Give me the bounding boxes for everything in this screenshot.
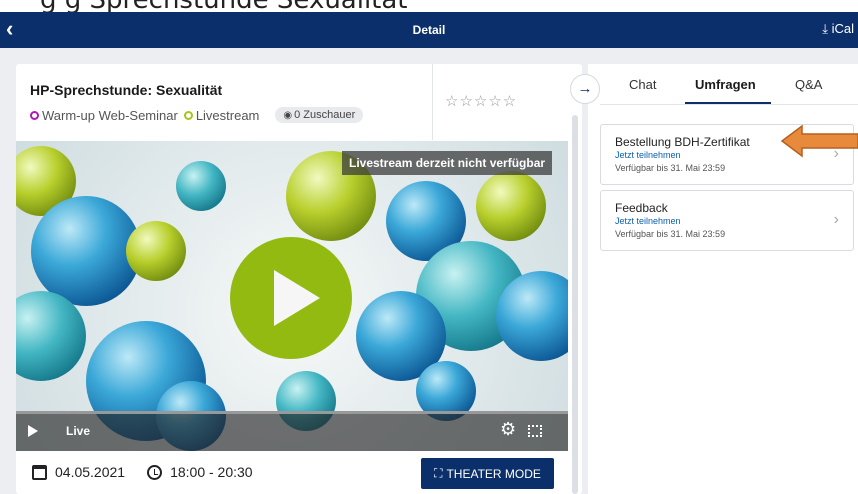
tag-warmup-label: Warm-up Web-Seminar (42, 107, 178, 123)
tab-umfragen[interactable]: Umfragen (695, 77, 756, 92)
event-title: HP-Sprechstunde: Sexualität (30, 82, 223, 98)
page-title: Detail (412, 23, 446, 37)
event-tags: Warm-up Web-Seminar Livestream ◉ 0 Zuscha… (30, 107, 364, 123)
stream-unavailable-label: Livestream derzeit nicht verfügbar (342, 151, 553, 175)
progress-bar[interactable] (16, 411, 568, 414)
circle-icon (183, 110, 193, 120)
bubble-decoration (126, 221, 186, 281)
scrollbar[interactable] (572, 115, 578, 494)
poll-availability: Verfügbar bis 31. Mai 23:59 (615, 229, 726, 239)
viewers-count: 0 Zuschauer (294, 109, 356, 121)
video-controls: Live ⚙ (16, 411, 568, 451)
clock-icon (147, 464, 163, 480)
poll-join-link[interactable]: Jetzt teilnehmen (615, 150, 681, 160)
play-icon (274, 270, 320, 326)
circle-icon (30, 110, 39, 120)
ical-label: iCal (831, 21, 854, 36)
theater-mode-button[interactable]: ⛶ THEATER MODE (421, 458, 554, 489)
event-date: 04.05.2021 (55, 464, 126, 480)
poll-item[interactable]: Feedback Jetzt teilnehmen Verfügbar bis … (600, 190, 854, 251)
tabs-divider (600, 104, 858, 105)
tag-livestream-label: Livestream (195, 107, 260, 123)
top-bar: ‹ Detail ⤓ iCal (0, 12, 858, 48)
tag-livestream: Livestream (183, 107, 260, 123)
gear-icon[interactable]: ⚙ (500, 419, 516, 440)
calendar-icon (32, 464, 47, 480)
viewers-badge: ◉ 0 Zuschauer (275, 107, 364, 123)
top-cropped-text-strip: g g Sprechstunde Sexualität (0, 0, 858, 12)
play-icon[interactable] (28, 425, 38, 437)
play-button[interactable] (230, 237, 352, 359)
download-icon: ⤓ (822, 21, 828, 36)
live-label: Live (66, 424, 91, 438)
bubble-decoration (176, 161, 226, 211)
chevron-right-icon: › (833, 211, 839, 228)
bubble-decoration (31, 196, 141, 306)
event-time: 18:00 - 20:30 (170, 464, 253, 480)
cropped-heading: g g Sprechstunde Sexualität (40, 0, 408, 12)
collapse-arrow-icon[interactable]: → (570, 74, 600, 104)
rating-stars[interactable]: ☆☆☆☆☆ (445, 92, 517, 110)
bubble-decoration (476, 171, 546, 241)
video-player[interactable]: Livestream derzeit nicht verfügbar Live … (16, 141, 568, 451)
poll-join-link[interactable]: Jetzt teilnehmen (615, 216, 681, 226)
ical-button[interactable]: ⤓ iCal (822, 21, 854, 37)
tag-warmup: Warm-up Web-Seminar (30, 108, 178, 123)
tab-chat[interactable]: Chat (629, 77, 656, 92)
event-schedule: 04.05.2021 18:00 - 20:30 (32, 464, 253, 480)
rating-divider (432, 64, 433, 140)
theater-label: THEATER MODE (446, 466, 541, 481)
annotation-arrow-icon (780, 124, 858, 158)
poll-title: Feedback (615, 201, 668, 215)
eye-icon: ◉ (283, 110, 293, 121)
poll-availability: Verfügbar bis 31. Mai 23:59 (615, 163, 726, 173)
poll-title: Bestellung BDH-Zertifikat (615, 135, 750, 149)
tab-qa[interactable]: Q&A (795, 77, 822, 92)
fullscreen-icon[interactable] (528, 425, 542, 437)
theater-icon: ⛶ (434, 466, 443, 480)
